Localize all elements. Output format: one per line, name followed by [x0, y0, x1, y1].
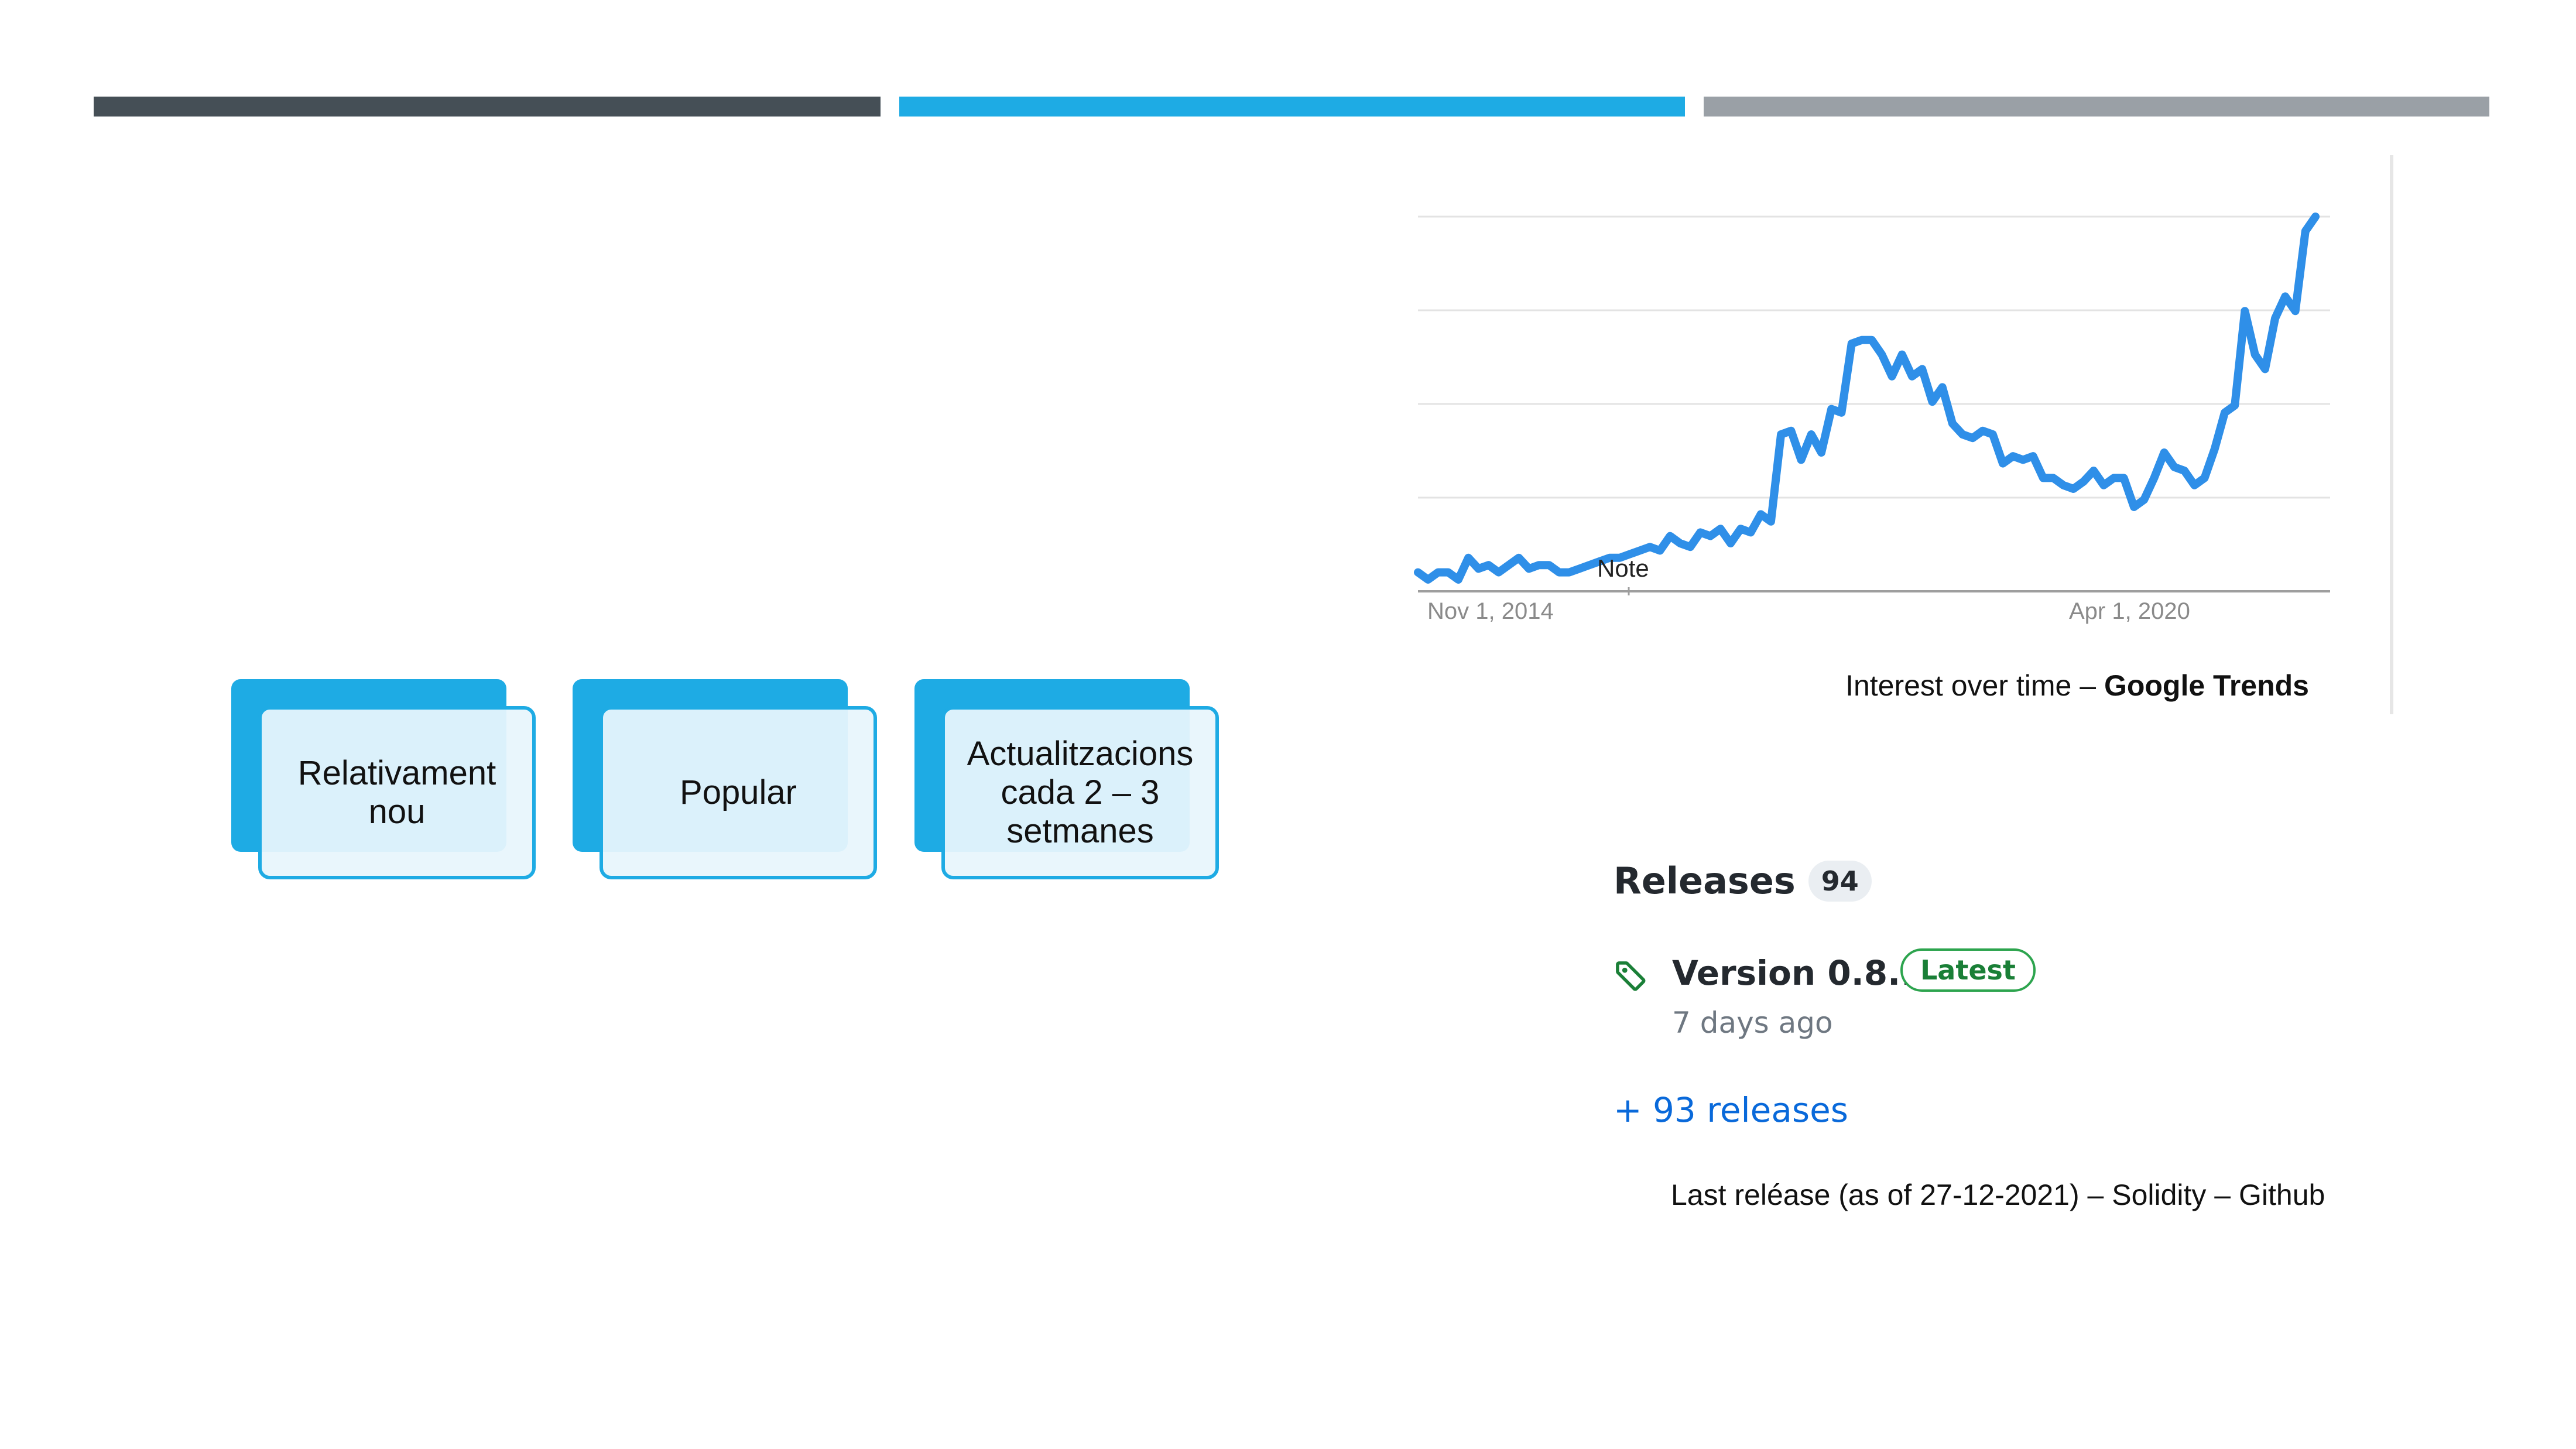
card-label: Relativament nou [297, 754, 496, 831]
trend-chart-svg: Note Nov 1, 2014 Apr 1, 2020 [1414, 213, 2330, 624]
card-label: Popular [680, 773, 797, 811]
feature-card-new: Relativament nou [231, 679, 542, 884]
x-tick-label: Nov 1, 2014 [1427, 598, 1554, 624]
latest-badge: Latest [1900, 948, 2036, 992]
trend-caption-prefix: Interest over time – [1845, 669, 2104, 702]
releases-title[interactable]: Releases [1614, 859, 1796, 902]
chart-gridlines [1418, 215, 2330, 499]
trend-chart: Note Nov 1, 2014 Apr 1, 2020 [1411, 155, 2400, 717]
trend-caption: Interest over time – Google Trends [1411, 669, 2309, 703]
accent-bar-dark [94, 97, 881, 117]
more-releases-link[interactable]: + 93 releases [1614, 1090, 1848, 1130]
release-date: 7 days ago [1672, 1006, 1833, 1040]
panel-divider [2390, 155, 2393, 714]
card-front-shape: Popular [600, 706, 877, 879]
card-front-shape: Actualitzacions cada 2 – 3 setmanes [941, 706, 1219, 879]
accent-bar-blue [899, 97, 1685, 117]
release-caption: Last reléase (as of 27-12-2021) – Solidi… [1671, 1179, 2325, 1211]
trend-caption-source: Google Trends [2104, 669, 2309, 702]
releases-count-badge: 94 [1808, 860, 1872, 902]
releases-header: Releases 94 [1614, 859, 1872, 902]
note-annotation: Note [1597, 554, 1649, 582]
trend-series-line [1414, 213, 2320, 584]
tag-icon [1616, 961, 1646, 991]
feature-card-updates: Actualitzacions cada 2 – 3 setmanes [914, 679, 1225, 884]
card-label: Actualitzacions cada 2 – 3 setmanes [967, 735, 1194, 850]
card-front-shape: Relativament nou [258, 706, 536, 879]
x-tick-label: Apr 1, 2020 [2069, 598, 2190, 624]
feature-card-popular: Popular [573, 679, 883, 884]
accent-bar-gray [1704, 97, 2489, 117]
